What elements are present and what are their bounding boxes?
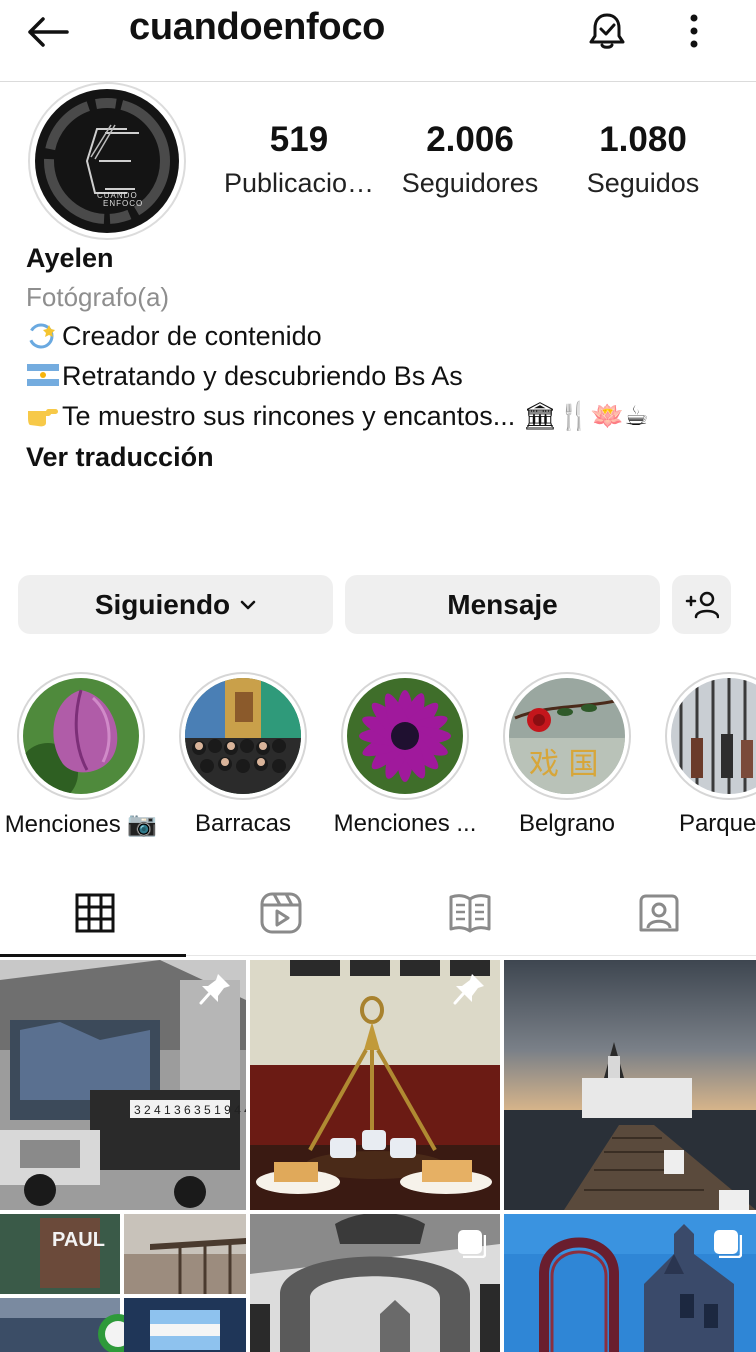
profile-name: Ayelen: [26, 243, 114, 273]
highlight-label: Menciones ...: [333, 810, 477, 837]
profile-category: Fotógrafo(a): [26, 282, 170, 312]
highlight-label: Barracas: [194, 810, 292, 837]
tab-tagged[interactable]: [564, 870, 753, 956]
highlight-thumbnail: [185, 678, 301, 794]
more-vertical-icon: [690, 14, 698, 48]
bio-line-2: Retratando y descubriendo Bs As: [26, 356, 746, 396]
pin-icon: [453, 974, 484, 1005]
following-count: 1.080: [599, 120, 687, 159]
posts-count: 519: [269, 120, 329, 159]
highlight-thumbnail: 戏 国: [509, 678, 625, 794]
svg-text:戏 国: 戏 国: [529, 747, 599, 782]
argentina-flag-icon: [27, 364, 59, 386]
bio-line-2-text: Retratando y descubriendo Bs As: [62, 361, 463, 391]
highlight-item[interactable]: Menciones 📷: [0, 672, 162, 839]
profile-bio: Ayelen Fotógrafo(a) Creador de contenido…: [26, 238, 746, 478]
post-thumbnail[interactable]: [250, 960, 500, 1210]
highlight-ring: [341, 672, 469, 800]
highlight-label: Parque P: [678, 810, 756, 837]
highlight-ring: 戏 国: [503, 672, 631, 800]
post-thumbnail[interactable]: [504, 960, 756, 1210]
active-tab-indicator: [0, 954, 186, 957]
highlight-item[interactable]: Barracas: [162, 672, 324, 838]
truck-plate-text: 3 2 4 1 3 6 3 5 1 9 4 4: [134, 1103, 246, 1117]
post-thumbnail[interactable]: [504, 1214, 756, 1352]
chevron-down-icon: [240, 600, 256, 609]
highlight-item[interactable]: Parque P: [648, 672, 756, 838]
tab-posts-grid[interactable]: [0, 870, 189, 957]
see-translation-link[interactable]: Ver traducción: [26, 436, 746, 478]
bell-check-icon: [589, 13, 625, 49]
avatar-text-bottom: ENFOCO: [103, 199, 143, 208]
profile-username: cuandoenfoco: [129, 6, 386, 48]
highlight-item[interactable]: Menciones ...: [324, 672, 486, 838]
highlight-ring: [665, 672, 756, 800]
arrow-left-icon: [28, 17, 69, 47]
profile-tabs: [0, 870, 756, 957]
highlight-thumbnail: [23, 678, 139, 794]
highlight-thumbnail: [671, 678, 756, 794]
message-label: Mensaje: [447, 588, 558, 620]
stat-following[interactable]: 1.080 Seguidos: [570, 118, 716, 204]
followers-label: Seguidores: [401, 168, 539, 198]
pointing-hand-icon: [28, 409, 58, 427]
highlight-label: Belgrano: [518, 810, 616, 837]
bio-line-1: Creador de contenido: [26, 316, 746, 356]
profile-avatar[interactable]: CUANDO ENFOCO: [28, 82, 186, 240]
post-thumbnail[interactable]: PAUL: [0, 1214, 246, 1352]
followers-count: 2.006: [426, 120, 514, 159]
avatar-logo: CUANDO ENFOCO: [35, 89, 179, 233]
multi-icon: [714, 1230, 742, 1258]
top-app-bar: cuandoenfoco: [0, 0, 756, 82]
grid-icon: [75, 893, 114, 933]
reels-icon: [260, 892, 301, 934]
bio-line-3-text: Te muestro sus rincones y encantos... 🏛🍴…: [62, 401, 649, 431]
highlight-ring: [179, 672, 307, 800]
highlight-item[interactable]: 戏 国 Belgrano: [486, 672, 648, 838]
add-user-icon: [685, 591, 719, 618]
tab-reels[interactable]: [186, 870, 375, 956]
posts-grid: 3 2 4 1 3 6 3 5 1 9 4 4 PAUL: [0, 960, 756, 1352]
notifications-button[interactable]: [584, 8, 630, 54]
bio-line-3: Te muestro sus rincones y encantos... 🏛🍴…: [26, 396, 746, 436]
highlight-thumbnail: [347, 678, 463, 794]
highlight-ring: [17, 672, 145, 800]
tab-guides[interactable]: [375, 870, 564, 956]
post-thumbnail[interactable]: 3 2 4 1 3 6 3 5 1 9 4 4: [0, 960, 246, 1210]
bio-line-1-text: Creador de contenido: [62, 321, 322, 351]
following-label: Siguiendo: [94, 588, 231, 620]
pin-icon: [199, 974, 230, 1005]
suggested-users-button[interactable]: [672, 575, 731, 634]
post-thumbnail[interactable]: [250, 1214, 500, 1352]
following-button[interactable]: Siguiendo: [18, 575, 333, 634]
more-options-button[interactable]: [674, 8, 714, 54]
message-button[interactable]: Mensaje: [345, 575, 660, 634]
back-button[interactable]: [22, 10, 72, 54]
dizzy-star-icon: [28, 323, 55, 349]
highlight-label: Menciones 📷: [4, 811, 158, 838]
following-label: Seguidos: [586, 168, 700, 198]
stat-followers[interactable]: 2.006 Seguidores: [390, 118, 550, 204]
tagged-icon: [639, 894, 678, 932]
posts-label: Publicacio…: [223, 168, 375, 198]
stat-posts[interactable]: 519 Publicacio…: [218, 118, 380, 204]
shop-sign-text: PAUL: [52, 1229, 105, 1251]
guides-icon: [449, 894, 490, 933]
story-highlights: Menciones 📷 Barracas Menciones ... 戏 国 B…: [0, 672, 756, 848]
multi-icon: [458, 1230, 486, 1258]
